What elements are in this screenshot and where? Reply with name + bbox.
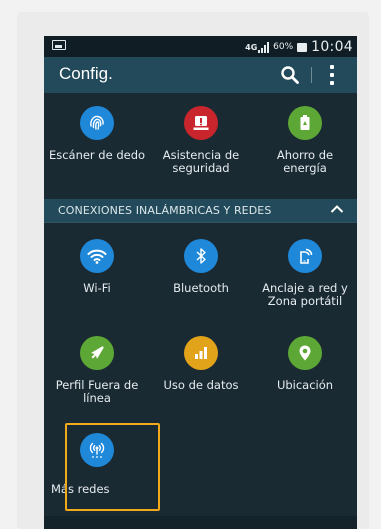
page-title: Config. (59, 64, 113, 83)
tile-power-saving[interactable]: Ahorro de energía (253, 98, 357, 193)
location-icon (288, 336, 322, 370)
airplane-icon (80, 336, 114, 370)
tile-data-usage[interactable]: Uso de datos (149, 328, 253, 423)
screenshot-notification-icon (52, 40, 66, 50)
fingerprint-icon (80, 106, 114, 140)
battery-saver-icon (288, 106, 322, 140)
tile-fingerprint-scanner[interactable]: Escáner de dedo (45, 98, 149, 193)
battery-icon (297, 42, 308, 52)
tile-label: Asistencia de seguridad (162, 148, 240, 175)
search-icon[interactable] (280, 65, 300, 85)
app-bar-divider (311, 67, 312, 83)
section-title: CONEXIONES INALÁMBRICAS Y REDES (58, 204, 272, 217)
signal-strength-icon (258, 41, 270, 53)
bottom-edge (44, 516, 357, 529)
connections-row-1: Wi-Fi Bluetooth Anclaje a red y Zona por… (44, 231, 357, 326)
tile-label: Anclaje a red y Zona portátil (262, 281, 348, 308)
section-header-wireless[interactable]: CONEXIONES INALÁMBRICAS Y REDES (44, 199, 357, 222)
tile-label: Ahorro de energía (276, 148, 334, 175)
network-type-icon: 4G (245, 42, 258, 52)
tile-label: Uso de datos (163, 378, 239, 392)
status-bar: 4G 60% 10:04 (44, 36, 357, 57)
highlight-box (65, 423, 160, 511)
tile-label: Bluetooth (173, 281, 229, 295)
chevron-up-icon[interactable] (330, 204, 344, 214)
phone-screen: 4G 60% 10:04 Config. Escáner de dedo Asi… (44, 36, 357, 529)
tile-tethering-hotspot[interactable]: Anclaje a red y Zona portátil (253, 231, 357, 326)
status-indicators: 4G 60% 10:04 (245, 37, 353, 57)
tethering-icon (288, 239, 322, 273)
tile-label: Perfil Fuera de línea (55, 378, 139, 405)
tile-location[interactable]: Ubicación (253, 328, 357, 423)
tile-label: Wi-Fi (83, 281, 111, 295)
status-clock: 10:04 (311, 39, 353, 55)
tile-offline-profile[interactable]: Perfil Fuera de línea (45, 328, 149, 423)
tile-wifi[interactable]: Wi-Fi (45, 231, 149, 326)
bluetooth-icon (184, 239, 218, 273)
device-settings-row: Escáner de dedo Asistencia de seguridad (44, 98, 357, 193)
data-usage-icon (184, 336, 218, 370)
tile-label: Ubicación (276, 378, 334, 392)
tile-label: Escáner de dedo (48, 148, 146, 162)
section-divider (44, 222, 357, 223)
app-bar: Config. (44, 57, 357, 93)
wifi-icon (80, 239, 114, 273)
emergency-alert-icon (184, 106, 218, 140)
tile-safety-assistance[interactable]: Asistencia de seguridad (149, 98, 253, 193)
more-options-icon[interactable] (329, 65, 335, 85)
connections-row-2: Perfil Fuera de línea Uso de datos Ubica… (44, 328, 357, 423)
tile-bluetooth[interactable]: Bluetooth (149, 231, 253, 326)
battery-percentage: 60% (273, 42, 294, 52)
